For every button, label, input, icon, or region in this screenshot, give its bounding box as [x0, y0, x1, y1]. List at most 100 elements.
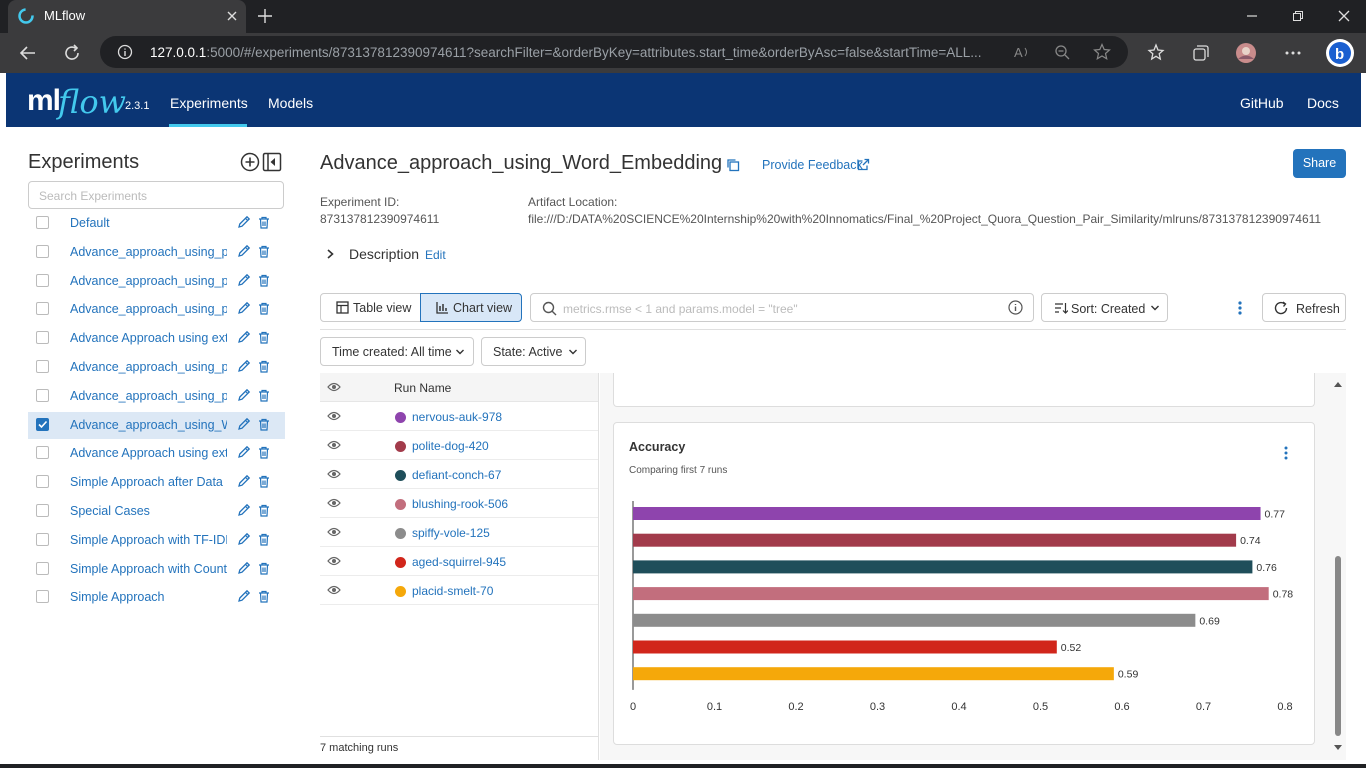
- delete-icon[interactable]: [258, 245, 270, 258]
- experiment-checkbox[interactable]: [36, 360, 49, 373]
- state-filter[interactable]: State: Active: [481, 337, 586, 366]
- create-experiment-icon[interactable]: [240, 152, 260, 172]
- experiment-item[interactable]: Advance_approach_using_pr...: [28, 268, 285, 295]
- profile-avatar[interactable]: [1235, 42, 1257, 64]
- nav-experiments[interactable]: Experiments: [170, 95, 248, 111]
- run-row[interactable]: aged-squirrel-945: [320, 547, 598, 576]
- run-row[interactable]: spiffy-vole-125: [320, 518, 598, 547]
- new-tab-icon[interactable]: [256, 7, 274, 25]
- delete-icon[interactable]: [258, 590, 270, 603]
- info-icon[interactable]: [1008, 300, 1023, 315]
- run-name-link[interactable]: spiffy-vole-125: [412, 526, 490, 540]
- edit-icon[interactable]: [237, 532, 251, 546]
- collections-icon[interactable]: [1191, 43, 1211, 63]
- more-options-icon[interactable]: [1237, 300, 1243, 316]
- edit-icon[interactable]: [237, 474, 251, 488]
- experiment-checkbox[interactable]: [36, 475, 49, 489]
- experiment-checkbox[interactable]: [36, 331, 49, 345]
- provide-feedback-link[interactable]: Provide Feedback: [762, 158, 863, 172]
- experiment-item[interactable]: Simple Approach: [28, 584, 285, 611]
- scrollbar-thumb[interactable]: [1335, 556, 1341, 736]
- run-row[interactable]: nervous-auk-978: [320, 402, 598, 431]
- experiment-name[interactable]: Advance Approach using ext...: [70, 331, 227, 345]
- edit-icon[interactable]: [237, 503, 251, 517]
- experiment-checkbox[interactable]: [36, 532, 49, 546]
- visibility-eye-icon[interactable]: [327, 410, 341, 422]
- experiment-checkbox[interactable]: [36, 302, 49, 316]
- experiment-name[interactable]: Advance_approach_using_pr...: [70, 389, 227, 403]
- run-name-link[interactable]: placid-smelt-70: [412, 584, 493, 598]
- delete-icon[interactable]: [258, 274, 270, 287]
- experiment-item[interactable]: Advance Approach using ext...: [28, 440, 285, 467]
- experiment-item[interactable]: Simple Approach with TF-IDF: [28, 527, 285, 554]
- delete-icon[interactable]: [258, 475, 270, 488]
- experiment-item[interactable]: Advance Approach using ext...: [28, 325, 285, 352]
- collapse-sidebar-icon[interactable]: [262, 152, 282, 172]
- chart-view-button[interactable]: Chart view: [420, 293, 522, 322]
- visibility-eye-icon[interactable]: [327, 584, 341, 596]
- tab-close-icon[interactable]: [224, 8, 240, 24]
- experiment-checkbox[interactable]: [36, 504, 49, 517]
- experiment-item[interactable]: Advance_approach_using_pr...: [28, 354, 285, 381]
- visibility-eye-icon[interactable]: [327, 439, 341, 451]
- experiment-name[interactable]: Advance Approach using ext...: [70, 446, 227, 460]
- run-name-link[interactable]: blushing-rook-506: [412, 497, 508, 511]
- edit-icon[interactable]: [237, 301, 251, 315]
- nav-docs[interactable]: Docs: [1307, 95, 1339, 111]
- run-name-link[interactable]: polite-dog-420: [412, 439, 489, 453]
- browser-tab[interactable]: MLflow: [8, 0, 246, 33]
- favorite-star-icon[interactable]: [1093, 43, 1111, 61]
- favorites-icon[interactable]: [1147, 43, 1167, 63]
- toggle-all-visibility-icon[interactable]: [327, 381, 341, 393]
- experiment-checkbox[interactable]: [36, 244, 49, 258]
- external-link-icon[interactable]: [857, 158, 870, 171]
- delete-icon[interactable]: [258, 389, 270, 402]
- description-toggle[interactable]: Description: [349, 246, 419, 262]
- experiment-name[interactable]: Advance_approach_using_pr...: [70, 302, 227, 316]
- experiment-item[interactable]: Advance_approach_using_pr...: [28, 296, 285, 323]
- site-info-icon[interactable]: [117, 44, 133, 60]
- experiment-name[interactable]: Default: [70, 216, 227, 230]
- zoom-icon[interactable]: [1054, 44, 1070, 60]
- delete-icon[interactable]: [258, 533, 270, 546]
- minimize-icon[interactable]: [1244, 8, 1260, 24]
- experiment-name[interactable]: Simple Approach with TF-IDF: [70, 533, 227, 547]
- visibility-eye-icon[interactable]: [327, 555, 341, 567]
- description-edit-link[interactable]: Edit: [425, 248, 446, 262]
- experiment-search-input[interactable]: Search Experiments: [28, 181, 284, 209]
- experiment-item[interactable]: Simple Approach with Count...: [28, 556, 285, 583]
- experiment-checkbox[interactable]: [36, 216, 49, 229]
- edit-icon[interactable]: [237, 417, 251, 431]
- edit-icon[interactable]: [237, 561, 251, 575]
- table-view-button[interactable]: Table view: [320, 293, 421, 322]
- experiment-item[interactable]: Simple Approach after Data ...: [28, 469, 285, 496]
- experiment-item[interactable]: Advance_approach_using_pr...: [28, 383, 285, 410]
- experiment-item[interactable]: Special Cases: [28, 498, 285, 525]
- charts-scrollbar[interactable]: [1333, 378, 1343, 754]
- run-row[interactable]: defiant-conch-67: [320, 460, 598, 489]
- experiment-checkbox[interactable]: [36, 417, 49, 431]
- delete-icon[interactable]: [258, 562, 270, 575]
- reload-icon[interactable]: [62, 43, 82, 63]
- experiment-checkbox[interactable]: [36, 388, 49, 402]
- experiment-checkbox[interactable]: [36, 561, 49, 575]
- edit-icon[interactable]: [237, 359, 251, 373]
- settings-more-icon[interactable]: [1283, 43, 1303, 63]
- experiment-name[interactable]: Simple Approach after Data ...: [70, 475, 227, 489]
- time-created-filter[interactable]: Time created: All time: [320, 337, 474, 366]
- experiment-name[interactable]: Advance_approach_using_pr...: [70, 274, 227, 288]
- experiment-name[interactable]: Advance_approach_using_W...: [70, 418, 227, 432]
- experiment-item[interactable]: Advance_approach_using_W...: [28, 411, 285, 439]
- experiment-name[interactable]: Simple Approach with Count...: [70, 562, 227, 576]
- delete-icon[interactable]: [258, 418, 270, 431]
- edit-icon[interactable]: [237, 273, 251, 287]
- edit-icon[interactable]: [237, 445, 251, 459]
- experiment-checkbox[interactable]: [36, 446, 49, 460]
- experiment-item[interactable]: Default: [28, 210, 285, 237]
- visibility-eye-icon[interactable]: [327, 497, 341, 509]
- chart-options-icon[interactable]: [1283, 445, 1289, 461]
- delete-icon[interactable]: [258, 302, 270, 315]
- nav-github[interactable]: GitHub: [1240, 95, 1284, 111]
- run-name-link[interactable]: defiant-conch-67: [412, 468, 501, 482]
- edit-icon[interactable]: [237, 244, 251, 258]
